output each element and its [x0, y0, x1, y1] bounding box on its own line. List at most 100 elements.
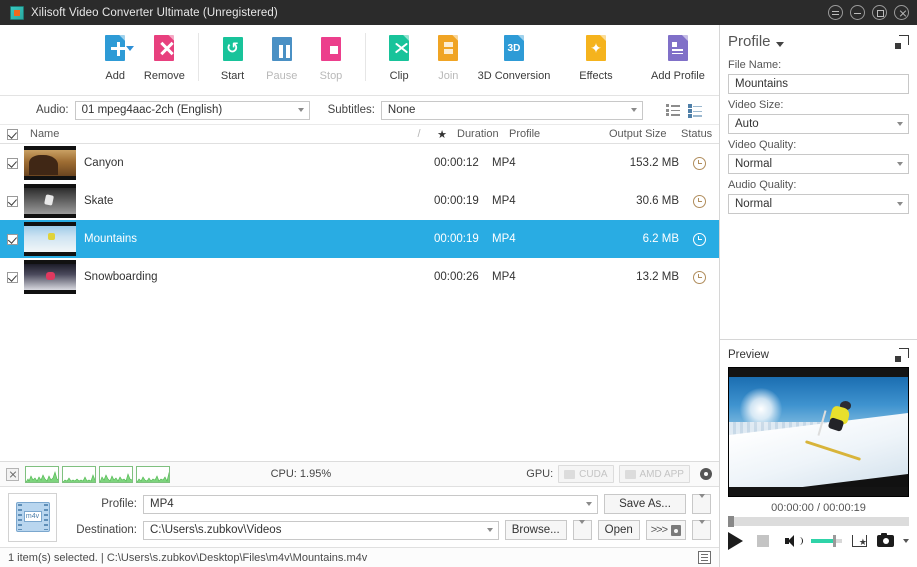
preview-header: Preview	[720, 340, 917, 367]
video-quality-select[interactable]: Normal	[728, 154, 909, 174]
maximize-button[interactable]	[872, 5, 887, 20]
amd-label: AMD APP	[639, 468, 684, 480]
toolbar-join[interactable]: Join	[424, 30, 473, 82]
snapshot-dropdown-caret[interactable]	[903, 539, 909, 543]
row-status	[679, 156, 719, 170]
detail-view-icon[interactable]	[688, 104, 703, 118]
toolbar-add[interactable]: Add	[91, 30, 140, 82]
destination-select[interactable]: C:\Users\s.zubkov\Videos	[143, 520, 499, 540]
convert-to-device-button[interactable]: >>>	[645, 520, 686, 540]
pause-icon	[269, 35, 295, 65]
profile-header: Profile	[720, 25, 917, 54]
toolbar-stop[interactable]: Stop	[306, 30, 355, 82]
column-star-icon[interactable]: ★	[427, 128, 451, 141]
file-name-value: Mountains	[735, 78, 789, 90]
stop-icon[interactable]	[757, 535, 769, 547]
toolbar-pause[interactable]: Pause	[257, 30, 306, 82]
video-size-select[interactable]: Auto	[728, 114, 909, 134]
preview-video[interactable]	[728, 367, 909, 497]
preview-time: 00:00:00 / 00:00:19	[771, 502, 866, 514]
toolbar-clip-label: Clip	[389, 70, 409, 82]
3d-badge: 3D	[507, 42, 521, 54]
toolbar-start[interactable]: ↺ Start	[208, 30, 257, 82]
chevron-down-icon	[482, 528, 498, 532]
subtitles-select[interactable]: None	[380, 100, 643, 120]
preview-title: Preview	[728, 349, 769, 361]
toolbar-pause-label: Pause	[266, 70, 298, 82]
toolbar-divider-2	[364, 33, 366, 81]
preview-seek-bar[interactable]	[728, 516, 909, 527]
log-panel-icon[interactable]	[698, 551, 711, 564]
cuda-icon	[564, 469, 576, 479]
row-checkbox[interactable]	[6, 195, 18, 207]
profile-select-value: MP4	[150, 498, 174, 510]
list-view-icon[interactable]	[666, 104, 681, 116]
row-output-size: 153.2 MB	[629, 157, 679, 169]
speaker-icon[interactable]	[785, 535, 803, 547]
audio-quality-select[interactable]: Normal	[728, 194, 909, 214]
select-all-checkbox[interactable]	[6, 128, 18, 140]
close-cpu-monitor-icon[interactable]	[6, 467, 19, 481]
main-body: Add Remove ↺ Start Pause Stop Clip Join …	[0, 25, 917, 567]
table-row[interactable]: Mountains 00:00:19 MP4 6.2 MB	[0, 220, 719, 258]
column-profile[interactable]: Profile	[503, 128, 603, 140]
profile-select[interactable]: MP4	[143, 494, 598, 514]
minimize-button[interactable]	[850, 5, 865, 20]
save-as-button[interactable]: Save As...	[604, 494, 686, 514]
effects-wand-icon: ✦	[583, 35, 609, 65]
browse-dropdown[interactable]	[572, 520, 592, 540]
audio-label: Audio:	[36, 104, 69, 116]
expand-icon[interactable]	[895, 34, 909, 49]
clock-icon	[692, 194, 706, 208]
chevron-down-icon[interactable]	[775, 41, 784, 47]
table-row[interactable]: Skate 00:00:19 MP4 30.6 MB	[0, 182, 719, 220]
toolbar-remove[interactable]: Remove	[140, 30, 189, 82]
film-strip-icon[interactable]: m4v	[8, 492, 57, 542]
profile-row: Profile: MP4 Save As...	[65, 494, 711, 514]
column-slash[interactable]: /	[405, 128, 427, 140]
menu-button[interactable]	[828, 5, 843, 20]
column-duration[interactable]: Duration	[451, 128, 503, 140]
subtitles-select-value: None	[387, 104, 416, 116]
expand-icon[interactable]	[895, 348, 909, 362]
camera-snapshot-icon[interactable]	[877, 532, 894, 547]
cpu-usage-text: CPU: 1.95%	[270, 468, 332, 480]
file-name-field: File Name: Mountains	[720, 59, 917, 94]
amd-app-toggle[interactable]: AMD APP	[618, 465, 690, 483]
row-thumbnail	[24, 184, 76, 218]
file-list[interactable]: Canyon 00:00:12 MP4 153.2 MB Skate 00:00…	[0, 144, 719, 461]
audio-select[interactable]: 01 mpeg4aac-2ch (English)	[74, 100, 310, 120]
row-checkbox[interactable]	[6, 271, 18, 283]
video-size-field: Video Size: Auto	[720, 99, 917, 134]
row-checkbox[interactable]	[6, 157, 18, 169]
profile-section: Profile File Name: Mountains Video Size:…	[720, 25, 917, 340]
play-icon[interactable]	[728, 532, 743, 550]
toolbar-3d-conversion[interactable]: 3D 3D Conversion	[473, 30, 555, 82]
gear-icon[interactable]	[699, 467, 713, 481]
preview-controls: ★	[720, 526, 917, 550]
toolbar-effects[interactable]: ✦ Effects	[555, 30, 637, 82]
toolbar-clip[interactable]: Clip	[374, 30, 423, 82]
open-button[interactable]: Open	[597, 520, 640, 540]
seek-handle[interactable]	[728, 516, 734, 527]
toolbar-add-profile[interactable]: Add Profile	[637, 30, 719, 82]
table-row[interactable]: Canyon 00:00:12 MP4 153.2 MB	[0, 144, 719, 182]
column-status[interactable]: Status	[675, 128, 719, 140]
toolbar-add-label: Add	[105, 70, 125, 82]
file-name-input[interactable]: Mountains	[728, 74, 909, 94]
column-name[interactable]: Name	[24, 128, 405, 140]
browse-button[interactable]: Browse...	[504, 520, 567, 540]
volume-slider[interactable]	[811, 535, 842, 547]
close-button[interactable]	[894, 5, 909, 20]
snapshot-favorite-icon[interactable]: ★	[852, 535, 867, 547]
row-thumbnail	[24, 222, 76, 256]
add-dropdown-caret[interactable]	[126, 46, 135, 51]
column-output-size[interactable]: Output Size	[603, 128, 675, 140]
row-checkbox[interactable]	[6, 233, 18, 245]
convert-dropdown[interactable]	[692, 520, 711, 540]
video-quality-field: Video Quality: Normal	[720, 139, 917, 174]
row-name: Mountains	[84, 233, 138, 245]
save-as-dropdown[interactable]	[692, 494, 711, 514]
table-row[interactable]: Snowboarding 00:00:26 MP4 13.2 MB	[0, 258, 719, 296]
cuda-toggle[interactable]: CUDA	[558, 465, 614, 483]
